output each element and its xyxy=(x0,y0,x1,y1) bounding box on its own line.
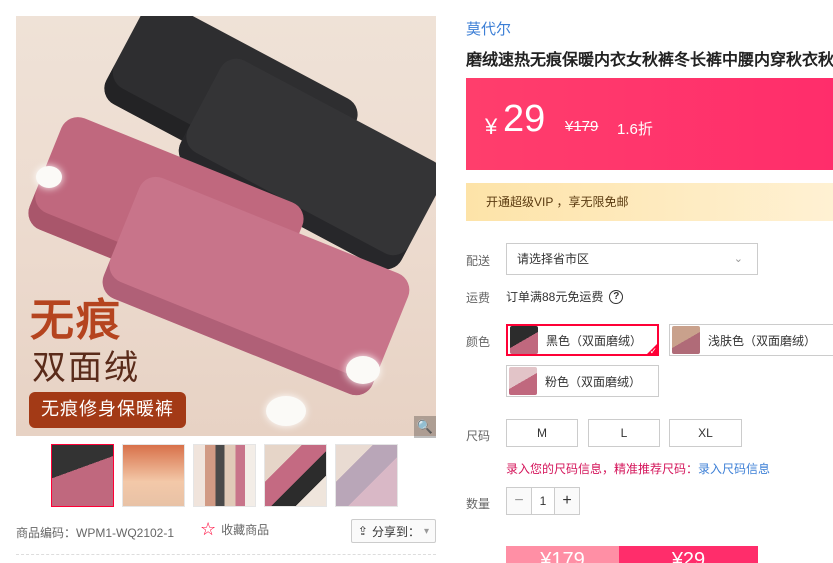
region-select-value: 请选择省市区 xyxy=(517,252,590,266)
vip-banner[interactable]: 开通超级VIP ，享无限免邮 xyxy=(466,183,833,221)
sku-code: 商品编码：WPM1-WQ2102-1 xyxy=(16,526,175,540)
color-option-pink[interactable]: 粉色（双面磨绒） xyxy=(506,365,659,397)
delivery-label: 配送 xyxy=(466,254,491,268)
share-button[interactable]: ⇪ 分享到： ▾ xyxy=(350,519,436,543)
promo-tag: 无痕修身保暖裤 xyxy=(29,392,186,428)
cotton-decoration xyxy=(346,356,380,384)
share-arrow-icon: ⇪ xyxy=(357,524,368,538)
brand-link[interactable]: 莫代尔 xyxy=(466,18,511,39)
favorite-label: 收藏商品 xyxy=(221,522,270,537)
quantity-decrease-button[interactable]: − xyxy=(507,488,531,514)
cotton-decoration xyxy=(36,166,62,188)
thumbnail-4[interactable] xyxy=(264,444,327,507)
size-hint-link[interactable]: 录入尺码信息 xyxy=(698,462,770,476)
currency-symbol: ¥ xyxy=(485,114,498,139)
color-option-skin[interactable]: 浅肤色（双面磨绒） xyxy=(669,324,833,356)
shipping-text: 订单满88元免运费 xyxy=(506,290,604,304)
size-hint-text: 录入您的尺码信息，精准推荐尺码： xyxy=(506,462,699,476)
region-select[interactable]: 请选择省市区 ⌄ xyxy=(506,243,758,275)
magnifier-icon[interactable]: 🔍 xyxy=(414,416,436,438)
product-title: 磨绒速热无痕保暖内衣女秋裤冬长裤中腰内穿秋衣秋 xyxy=(466,52,833,69)
shipping-info: 订单满88元免运费 ? xyxy=(506,288,624,305)
quantity-label: 数量 xyxy=(466,497,491,511)
size-label: 尺码 xyxy=(466,429,491,443)
star-outline-icon: ☆ xyxy=(200,519,217,539)
size-recommend-hint: 录入您的尺码信息，精准推荐尺码：录入尺码信息 xyxy=(506,460,770,477)
chevron-down-icon: ⌄ xyxy=(733,253,743,265)
size-option-l[interactable]: L xyxy=(588,419,660,447)
color-label: 颜色 xyxy=(466,335,491,349)
thumbnail-2[interactable] xyxy=(122,444,185,507)
color-option-label: 浅肤色（双面磨绒） xyxy=(708,333,817,348)
cotton-decoration xyxy=(266,396,306,426)
current-price: 29 xyxy=(503,98,546,140)
promo-headline: 无痕 xyxy=(30,295,122,346)
divider xyxy=(16,554,436,555)
share-label: 分享到： xyxy=(371,524,420,539)
caret-down-icon: ▾ xyxy=(423,525,429,537)
check-icon: ✓ xyxy=(649,346,657,356)
product-footer-row: 商品编码：WPM1-WQ2102-1 ☆ 收藏商品 ⇪ 分享到： ▾ xyxy=(16,518,436,544)
color-option-label: 粉色（双面磨绒） xyxy=(545,374,642,389)
quantity-stepper: − 1 + xyxy=(506,487,580,515)
question-icon[interactable]: ? xyxy=(609,289,624,304)
price-panel: ¥ 29 ¥179 1.6折 xyxy=(466,78,833,170)
color-swatch xyxy=(672,326,700,354)
thumbnail-5[interactable] xyxy=(335,444,398,507)
original-price: ¥179 xyxy=(565,118,599,135)
favorite-button[interactable]: ☆ 收藏商品 xyxy=(200,520,269,538)
quantity-input[interactable]: 1 xyxy=(531,488,555,514)
buy-buttons: ¥179 ¥29 xyxy=(506,546,758,563)
size-option-m[interactable]: M xyxy=(506,419,578,447)
quantity-increase-button[interactable]: + xyxy=(555,488,579,514)
buy-now-button[interactable]: ¥29 xyxy=(619,546,758,563)
color-option-black[interactable]: 黑色（双面磨绒） ✓ xyxy=(506,324,659,356)
shipping-label: 运费 xyxy=(466,291,491,305)
thumbnail-1[interactable] xyxy=(51,444,114,507)
buy-original-price-button[interactable]: ¥179 xyxy=(506,546,619,563)
thumbnail-strip xyxy=(51,444,398,507)
thumbnail-3[interactable] xyxy=(193,444,256,507)
color-swatch xyxy=(510,326,538,354)
promo-subheadline: 双面绒 xyxy=(32,348,140,388)
size-option-xl[interactable]: XL xyxy=(669,419,742,447)
color-option-label: 黑色（双面磨绒） xyxy=(546,333,643,348)
main-product-image[interactable]: 无痕 双面绒 无痕修身保暖裤 xyxy=(16,16,436,436)
color-swatch xyxy=(509,367,537,395)
discount-rate: 1.6折 xyxy=(617,121,653,138)
